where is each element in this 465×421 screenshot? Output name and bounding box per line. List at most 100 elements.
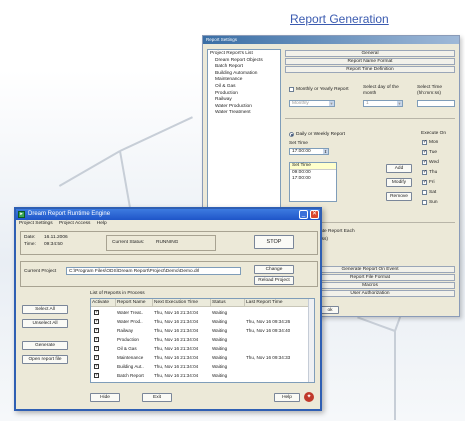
add-button[interactable]: Add — [386, 164, 412, 173]
table-cell: Batch Report — [117, 373, 144, 378]
day-checkbox-thu[interactable] — [422, 169, 427, 175]
daily-radio[interactable] — [289, 132, 294, 137]
table-cell: Thu, Nov 16 09:34:40 — [246, 328, 291, 333]
day-label: Sat — [429, 190, 437, 195]
open-report-file-button[interactable]: Open report file — [22, 355, 68, 364]
menu-project-access[interactable]: Project Access — [59, 221, 90, 226]
activate-checkbox[interactable] — [94, 309, 99, 315]
day-checkbox-sat[interactable] — [422, 190, 427, 195]
table-cell: Water Treat.. — [117, 310, 144, 315]
day-checkbox-wed[interactable] — [422, 159, 427, 165]
set-time-field[interactable]: 17:00:00 ⇕ — [289, 148, 329, 155]
day-checkbox-fri[interactable] — [422, 179, 427, 185]
activate-checkbox[interactable] — [94, 372, 99, 378]
table-row[interactable]: Water Treat.. Thu, Nov 16 21:34:04 Waiting — [91, 308, 310, 317]
day-label: Mon — [429, 140, 439, 145]
day-label: Sun — [429, 200, 438, 205]
day-label: Tue — [429, 150, 438, 155]
select-day-label: Select day of the month — [363, 85, 399, 96]
table-row[interactable]: Oil & Gas Thu, Nov 16 21:34:04 Waiting — [91, 344, 310, 353]
report-settings-title: Report Settings — [203, 36, 459, 44]
activate-checkbox[interactable] — [94, 327, 99, 333]
day-checkbox-sun[interactable] — [422, 200, 427, 205]
list-item[interactable]: Railway — [210, 97, 278, 104]
app-icon: ▸ — [18, 211, 25, 218]
ok-button[interactable]: ok — [321, 306, 339, 314]
remove-button[interactable]: Remove — [386, 192, 412, 201]
day-checkbox-mon[interactable] — [422, 139, 427, 145]
list-item[interactable]: Water Treatment — [210, 110, 278, 117]
day-select[interactable]: 1 ▼ — [363, 100, 403, 107]
monthly-checkbox[interactable] — [289, 87, 294, 92]
monthly-select[interactable]: Monthly ▼ — [289, 100, 335, 107]
monthly-label: Monthly or Yearly Report — [296, 87, 349, 92]
list-item[interactable]: Maintenance — [210, 77, 278, 84]
table-row[interactable]: Building Aut.. Thu, Nov 16 21:34:04 Waitin… — [91, 362, 310, 371]
table-cell: Waiting — [212, 373, 228, 378]
activate-checkbox[interactable] — [94, 345, 99, 351]
monthly-time-field[interactable] — [417, 100, 455, 107]
minimize-icon[interactable]: _ — [299, 210, 308, 219]
list-item[interactable]: Oil & Gas — [210, 84, 278, 91]
table-cell: Waiting — [212, 355, 228, 360]
menu-project-settings[interactable]: Project Settings — [19, 221, 53, 226]
activate-checkbox[interactable] — [94, 354, 99, 360]
table-row[interactable]: Water Prod.. Thu, Nov 16 21:34:04 Waiting T… — [91, 317, 310, 326]
list-item[interactable]: 17:00:00 — [290, 176, 336, 182]
daily-label: Daily or Weekly Report — [296, 132, 345, 137]
column-header[interactable]: Report Name — [116, 299, 153, 307]
set-time-list[interactable]: Set Time 09:00:00 17:00:00 — [289, 162, 337, 202]
select-all-button[interactable]: Select All — [22, 305, 68, 314]
table-row[interactable]: Maintenance Thu, Nov 16 21:34:04 Waiting Th… — [91, 353, 310, 362]
table-cell: Thu, Nov 16 21:34:04 — [154, 373, 199, 378]
unselect-all-button[interactable]: Unselect All — [22, 319, 68, 328]
table-row[interactable]: Batch Report Thu, Nov 16 21:34:04 Waiting — [91, 371, 310, 380]
day-checkbox-tue[interactable] — [422, 149, 427, 155]
reload-project-button[interactable]: Reload Project — [254, 276, 294, 285]
activate-checkbox[interactable] — [94, 318, 99, 324]
spinner-icon[interactable]: ⇕ — [323, 149, 328, 154]
day-label: Wed — [429, 160, 439, 165]
change-button[interactable]: Change — [254, 265, 294, 274]
list-item[interactable]: Batch Report — [210, 64, 278, 71]
day-label: Thu — [429, 170, 438, 175]
column-header[interactable]: Next Execution Time — [153, 299, 211, 307]
column-header[interactable]: Activate — [91, 299, 116, 307]
column-header[interactable]: Status — [211, 299, 245, 307]
table-cell: Thu, Nov 16 21:34:04 — [154, 337, 199, 342]
modify-button[interactable]: Modify — [386, 178, 412, 187]
list-item[interactable]: Project Report's List — [210, 51, 278, 58]
status-label: Current Status: — [112, 240, 145, 245]
project-path-field[interactable]: C:\Program Files\ODS\Dream Report\Projec… — [66, 267, 241, 275]
table-cell: Waiting — [212, 310, 228, 315]
date-label: Date: — [24, 235, 36, 240]
set-time-list-header: Set Time — [290, 163, 336, 170]
chevron-down-icon: ▼ — [329, 101, 334, 106]
table-cell: Waiting — [212, 337, 228, 342]
close-icon[interactable]: ✕ — [310, 210, 319, 219]
hide-button[interactable]: Hide — [90, 393, 120, 402]
activate-checkbox[interactable] — [94, 336, 99, 342]
table-row[interactable]: Railway Thu, Nov 16 21:34:04 Waiting Thu, N… — [91, 326, 310, 335]
set-time-label: Set Time — [289, 141, 308, 146]
report-name-format-button[interactable]: Report Name Format — [285, 58, 455, 65]
time-value: 09:34:50 — [44, 242, 63, 247]
table-cell: Oil & Gas — [117, 346, 137, 351]
stop-button[interactable]: STOP — [254, 235, 294, 249]
column-header[interactable]: Last Report Time — [245, 299, 310, 307]
date-value: 16.11.2006 — [44, 235, 68, 240]
generate-button[interactable]: Generate — [22, 341, 68, 350]
general-button[interactable]: General — [285, 50, 455, 57]
exit-button[interactable]: Exit — [142, 393, 172, 402]
table-cell: Waiting — [212, 346, 228, 351]
page-title[interactable]: Report Generation — [290, 12, 389, 26]
table-cell: Thu, Nov 16 09:34:26 — [246, 319, 291, 324]
activate-checkbox[interactable] — [94, 363, 99, 369]
table-scrollbar[interactable] — [308, 299, 314, 382]
menu-help[interactable]: Help — [97, 221, 107, 226]
report-time-definition-button[interactable]: Report Time Definition — [285, 66, 455, 73]
runtime-title-bar[interactable]: ▸ Dream Report Runtime Engine _ ✕ — [16, 209, 320, 220]
help-button[interactable]: Help — [274, 393, 300, 402]
reports-table[interactable]: Activate Report Name Next Execution Time… — [90, 298, 315, 383]
table-row[interactable]: Production Thu, Nov 16 21:34:04 Waiting — [91, 335, 310, 344]
